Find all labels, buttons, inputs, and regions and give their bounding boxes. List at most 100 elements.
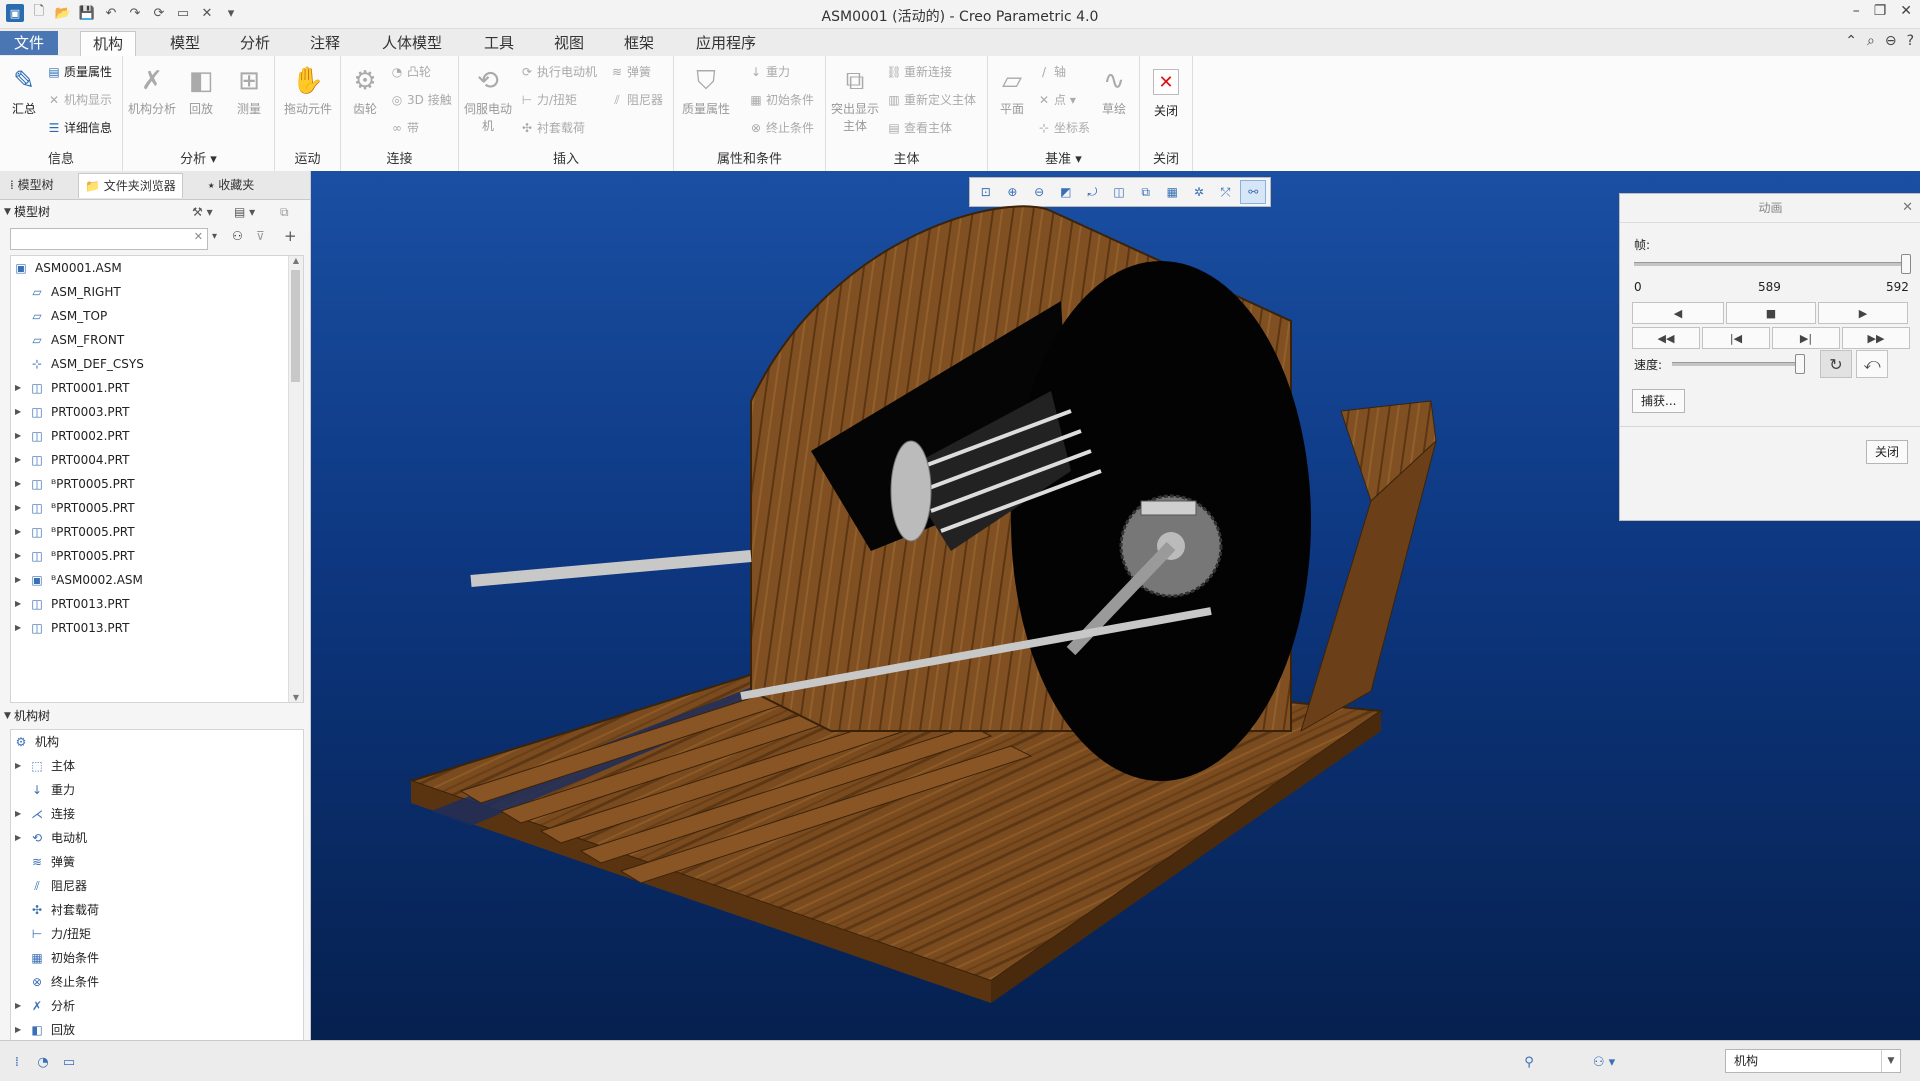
mech-tree-item[interactable]: ▶ ◧ 回放 bbox=[11, 1018, 303, 1040]
mech-tree-item[interactable]: ▶ ⟲ 电动机 bbox=[11, 826, 303, 850]
mech-tree-item[interactable]: ⚙ 机构 bbox=[11, 730, 303, 754]
model-tree-item[interactable]: ▱ ASM_TOP bbox=[11, 304, 303, 328]
expand-arrow-icon[interactable]: ▶ bbox=[15, 568, 21, 592]
mech-display-button[interactable]: ✕ 机构显示 bbox=[46, 90, 112, 110]
expand-arrow-icon[interactable]: ▶ bbox=[15, 994, 21, 1018]
mech-tree-item[interactable]: ▦ 初始条件 bbox=[11, 946, 303, 970]
step-back-button[interactable]: |◀ bbox=[1702, 327, 1770, 349]
model-tree-item[interactable]: ▶ ◫ ᴮPRT0005.PRT bbox=[11, 544, 303, 568]
tree-filter-settings-icon[interactable]: ⧉ bbox=[280, 201, 289, 223]
servo-motor-button[interactable]: ⟲ 伺服电动机 bbox=[463, 64, 513, 134]
expand-arrow-icon[interactable]: ▶ bbox=[15, 424, 21, 448]
model-tree-item[interactable]: ▶ ◫ ᴮPRT0005.PRT bbox=[11, 496, 303, 520]
model-tree-item[interactable]: ▶ ◫ ᴮPRT0005.PRT bbox=[11, 520, 303, 544]
expand-arrow-icon[interactable]: ▶ bbox=[15, 376, 21, 400]
close-mechanism-button[interactable]: ✕ 关闭 bbox=[1144, 64, 1188, 119]
mech-tree-item[interactable]: ⊢ 力/扭矩 bbox=[11, 922, 303, 946]
initial-condition-button[interactable]: ▦ 初始条件 bbox=[748, 90, 814, 110]
expand-arrow-icon[interactable]: ▶ bbox=[15, 826, 21, 850]
rewind-button[interactable]: ◀◀ bbox=[1632, 327, 1700, 349]
model-tree-item[interactable]: ▶ ◫ PRT0013.PRT bbox=[11, 616, 303, 640]
find-filter-icon[interactable]: ⚇ ▾ bbox=[1586, 1053, 1622, 1071]
model-tree-item[interactable]: ▱ ASM_RIGHT bbox=[11, 280, 303, 304]
model-tree-item[interactable]: ▶ ◫ ᴮPRT0005.PRT bbox=[11, 472, 303, 496]
expand-arrow-icon[interactable]: ▶ bbox=[15, 802, 21, 826]
group-analysis-label[interactable]: 分析 ▾ bbox=[123, 148, 274, 167]
damper-button[interactable]: ⫽ 阻尼器 bbox=[609, 90, 663, 110]
tab-manikin[interactable]: 人体模型 bbox=[370, 31, 454, 55]
mass-props-info-button[interactable]: ▤ 质量属性 bbox=[46, 62, 112, 82]
redefine-bodies-button[interactable]: ▥ 重新定义主体 bbox=[886, 90, 976, 110]
belt-button[interactable]: ∞ 带 bbox=[389, 118, 419, 138]
find-icon[interactable]: ⚇ bbox=[232, 229, 243, 243]
view-bodies-button[interactable]: ▤ 查看主体 bbox=[886, 118, 952, 138]
model-tree-item[interactable]: ▱ ASM_FRONT bbox=[11, 328, 303, 352]
navigator-toggle-icon[interactable]: ⁞ bbox=[8, 1053, 26, 1071]
contact-3d-button[interactable]: ◎ 3D 接触 bbox=[389, 90, 452, 110]
axis-button[interactable]: / 轴 bbox=[1036, 62, 1066, 82]
bushing-load-button[interactable]: ✣ 衬套载荷 bbox=[519, 118, 585, 138]
tab-model-tree[interactable]: ⁞ 模型树 bbox=[4, 173, 60, 197]
expand-arrow-icon[interactable]: ▶ bbox=[15, 448, 21, 472]
repeat-button[interactable]: ↻ bbox=[1820, 350, 1852, 378]
point-button[interactable]: ✕ 点 ▾ bbox=[1036, 90, 1076, 110]
measure-button[interactable]: ⊞ 测量 bbox=[227, 64, 271, 117]
speed-slider-track[interactable] bbox=[1672, 362, 1802, 366]
details-button[interactable]: ☰ 详细信息 bbox=[46, 118, 112, 138]
mech-tree-item[interactable]: ▶ ✗ 分析 bbox=[11, 994, 303, 1018]
model-tree-item[interactable]: ▶ ◫ PRT0004.PRT bbox=[11, 448, 303, 472]
gravity-button[interactable]: ↓ 重力 bbox=[748, 62, 790, 82]
tab-mechanism[interactable]: 机构 bbox=[80, 31, 137, 56]
model-tree-item[interactable]: ▶ ◫ PRT0001.PRT bbox=[11, 376, 303, 400]
expand-arrow-icon[interactable]: ▶ bbox=[15, 544, 21, 568]
restore-icon[interactable]: ❐ bbox=[1874, 3, 1887, 19]
tab-analysis[interactable]: 分析 bbox=[228, 31, 282, 55]
model-tree-header[interactable]: ▼ 模型树 ⚒ ▾ ▤ ▾ ⧉ bbox=[0, 201, 310, 223]
spring-button[interactable]: ≋ 弹簧 bbox=[609, 62, 651, 82]
tab-favorites[interactable]: ⭑ 收藏夹 bbox=[202, 173, 260, 197]
frame-slider-thumb[interactable] bbox=[1900, 254, 1911, 274]
reconnect-button[interactable]: ⛓ 重新连接 bbox=[886, 62, 952, 82]
mech-tree-item[interactable]: ⫽ 阻尼器 bbox=[11, 874, 303, 898]
expand-arrow-icon[interactable]: ▶ bbox=[15, 472, 21, 496]
force-torque-button[interactable]: ⊢ 力/扭矩 bbox=[519, 90, 577, 110]
mech-tree-item[interactable]: ↓ 重力 bbox=[11, 778, 303, 802]
cam-button[interactable]: ◔ 凸轮 bbox=[389, 62, 431, 82]
frame-slider-track[interactable] bbox=[1634, 262, 1906, 266]
gear-button[interactable]: ⚙ 齿轮 bbox=[343, 64, 387, 117]
sketch-button[interactable]: ∿ 草绘 bbox=[1092, 64, 1136, 117]
termination-condition-button[interactable]: ⊗ 终止条件 bbox=[748, 118, 814, 138]
tree-settings-icon[interactable]: ⚒ ▾ bbox=[192, 201, 213, 223]
mech-analysis-button[interactable]: ✗ 机构分析 bbox=[127, 64, 177, 117]
smart-select-icon[interactable]: ⚲ bbox=[1520, 1053, 1538, 1071]
model-tree-item[interactable]: ⊹ ASM_DEF_CSYS bbox=[11, 352, 303, 376]
expand-arrow-icon[interactable]: ▶ bbox=[15, 1018, 21, 1040]
stop-button[interactable]: ■ bbox=[1726, 302, 1816, 324]
step-forward-button[interactable]: ▶| bbox=[1772, 327, 1840, 349]
play-backward-button[interactable]: ◀ bbox=[1632, 302, 1724, 324]
play-forward-button[interactable]: ▶ bbox=[1818, 302, 1908, 324]
tree-search-input[interactable]: ✕ bbox=[10, 228, 208, 250]
add-icon[interactable]: + bbox=[284, 227, 297, 245]
graphics-viewport[interactable]: ⊡ ⊕ ⊖ ◩ ⤾ ◫ ⧉ ▦ ✲ ⤱ ⚯ 动画 ✕ 帧: 0 589 592 … bbox=[311, 171, 1920, 1040]
capture-button[interactable]: 捕获... bbox=[1632, 389, 1686, 413]
tab-folder-browser[interactable]: 📁 文件夹浏览器 bbox=[78, 173, 183, 198]
mech-tree-item[interactable]: ✣ 衬套载荷 bbox=[11, 898, 303, 922]
model-tree-item[interactable]: ▶ ▣ ᴮASM0002.ASM bbox=[11, 568, 303, 592]
mass-props-button[interactable]: ⛉ 质量属性 bbox=[678, 64, 734, 117]
mech-tree-item[interactable]: ▶ ⬚ 主体 bbox=[11, 754, 303, 778]
browser-toggle-icon[interactable]: ◔ bbox=[34, 1053, 52, 1071]
tab-model[interactable]: 模型 bbox=[158, 31, 212, 55]
model-tree[interactable]: ▲ ▼ ▣ ASM0001.ASM ▱ ASM_RIGHT ▱ ASM_TOP ▱ ASM_F… bbox=[10, 255, 304, 703]
expand-arrow-icon[interactable]: ▶ bbox=[15, 520, 21, 544]
selection-filter-dropdown[interactable]: 机构 ▼ bbox=[1725, 1049, 1901, 1073]
filter-icon[interactable]: ⊽ bbox=[256, 229, 265, 243]
group-datum-label[interactable]: 基准 ▾ bbox=[988, 148, 1139, 167]
csys-button[interactable]: ⊹ 坐标系 bbox=[1036, 118, 1090, 138]
tab-frame[interactable]: 框架 bbox=[612, 31, 666, 55]
plane-button[interactable]: ▱ 平面 bbox=[990, 64, 1034, 117]
tab-annotate[interactable]: 注释 bbox=[298, 31, 352, 55]
clear-search-icon[interactable]: ✕ bbox=[194, 230, 203, 243]
drag-components-button[interactable]: ✋ 拖动元件 bbox=[283, 64, 333, 117]
model-tree-item[interactable]: ▶ ◫ PRT0013.PRT bbox=[11, 592, 303, 616]
